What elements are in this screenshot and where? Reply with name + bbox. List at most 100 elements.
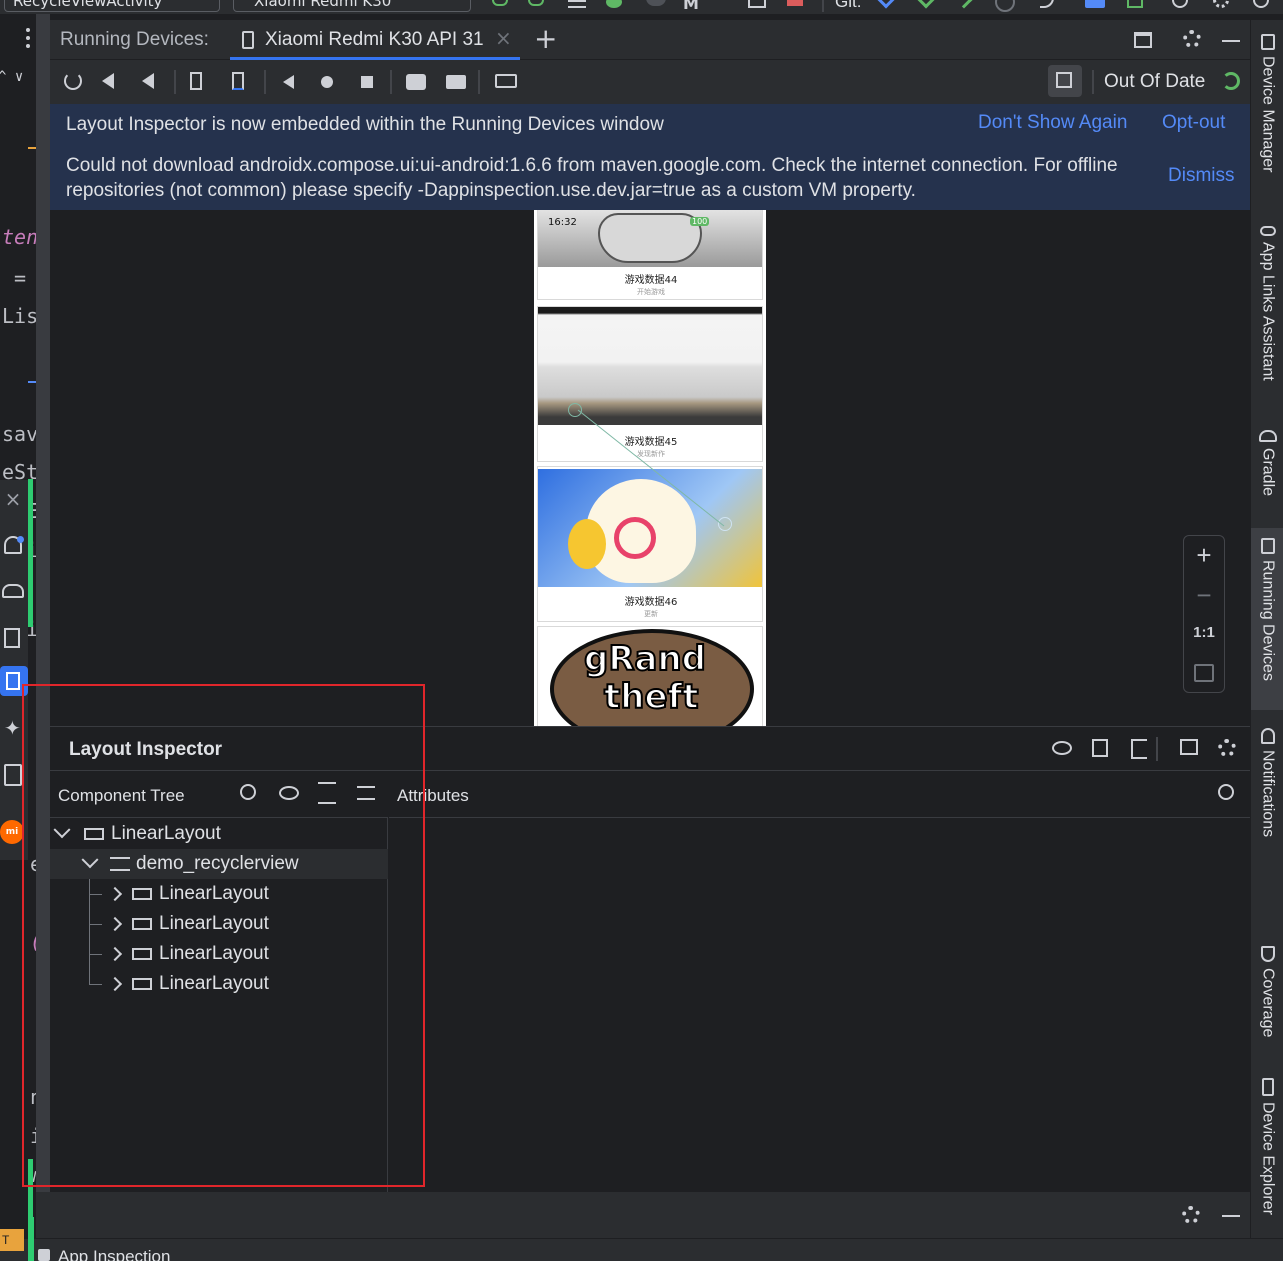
git-commit-icon[interactable] (917, 0, 935, 9)
maximize-icon[interactable] (1134, 32, 1152, 48)
tree-node-linearlayout[interactable]: LinearLayout (50, 939, 388, 969)
screen-record-icon[interactable] (446, 75, 466, 89)
history-icon[interactable] (995, 0, 1015, 12)
attributes-label: Attributes (397, 786, 469, 805)
search-icon[interactable] (240, 784, 256, 800)
settings-icon[interactable] (1218, 739, 1236, 757)
debug-icon[interactable] (606, 0, 622, 8)
app-inspection-tab[interactable]: App Inspection (58, 1247, 170, 1261)
expand-chevron-icon[interactable] (81, 851, 99, 869)
rotate-left-icon[interactable] (190, 72, 202, 90)
collapse-chevron-icon[interactable] (107, 976, 123, 992)
settings-icon[interactable] (1183, 30, 1201, 48)
device-selector[interactable]: Xiaomi Redmi K30 (233, 0, 471, 12)
tab-device-manager[interactable]: Device Manager (1251, 34, 1283, 173)
expand-chevron-icon[interactable] (53, 821, 71, 839)
overview-icon[interactable] (361, 76, 373, 88)
settings-icon[interactable] (1213, 0, 1229, 8)
volume-down-icon[interactable] (142, 73, 154, 89)
running-devices-title: Running Devices: (60, 29, 209, 50)
tree-guide-line (90, 953, 102, 955)
tab-label: Device Manager (1259, 56, 1277, 173)
device-toolbar: Out Of Date (50, 60, 1250, 104)
account-icon[interactable] (1253, 0, 1269, 8)
banner-error-line2: repositories (not common) please specify… (66, 180, 916, 201)
back-icon[interactable] (283, 75, 294, 89)
add-device-icon[interactable]: + (534, 22, 557, 55)
tree-node-linearlayout-root[interactable]: LinearLayout (50, 819, 388, 849)
gradle-icon[interactable] (2, 584, 24, 598)
tree-node-demo-recyclerview[interactable]: demo_recyclerview (50, 849, 388, 879)
tab-label: Device Explorer (1259, 1102, 1277, 1215)
sync-icon[interactable] (568, 0, 586, 8)
rotate-right-icon[interactable] (232, 72, 244, 90)
status-badge[interactable]: T (0, 1229, 24, 1251)
home-icon[interactable] (321, 76, 333, 88)
power-icon[interactable] (64, 72, 82, 90)
rollback-icon[interactable] (1040, 0, 1054, 8)
collapse-all-icon[interactable] (357, 786, 375, 800)
profile-icon[interactable] (646, 0, 666, 6)
close-icon[interactable]: × (2, 488, 24, 510)
search-icon[interactable] (1218, 784, 1234, 800)
collapse-chevron-icon[interactable] (107, 886, 123, 902)
device-explorer-icon[interactable] (4, 764, 22, 786)
run-config-selector[interactable]: RecycleViewActivity (4, 0, 220, 12)
tab-coverage[interactable]: Coverage (1251, 946, 1283, 1037)
eye-icon[interactable] (1052, 741, 1072, 755)
notifications-icon (1260, 728, 1275, 744)
close-tab-icon[interactable]: × (495, 26, 512, 50)
tab-running-devices[interactable]: Running Devices (1251, 528, 1283, 710)
tree-node-label: LinearLayout (159, 883, 269, 904)
tree-options-icon[interactable] (1131, 739, 1147, 759)
fold-chevrons[interactable]: ^ ∨ (0, 69, 23, 85)
tab-label: Coverage (1259, 968, 1277, 1038)
fit-screen-icon[interactable] (1194, 664, 1214, 682)
screenshot-icon[interactable] (406, 74, 426, 90)
zoom-in-button[interactable]: + (1184, 540, 1224, 571)
minimize-icon[interactable] (1222, 40, 1240, 42)
tab-gradle[interactable]: Gradle (1251, 430, 1283, 496)
zoom-out-button[interactable]: − (1184, 580, 1224, 611)
apply-changes-icon[interactable] (492, 0, 508, 6)
attach-debugger-icon[interactable]: M (683, 0, 699, 13)
collapse-chevron-icon[interactable] (107, 916, 123, 932)
device-mirror-icon[interactable] (1085, 0, 1105, 8)
snapshot-icon[interactable] (1092, 739, 1108, 757)
pick-view-icon[interactable] (1180, 739, 1198, 755)
device-screen[interactable]: 16:32 100 游戏数据44 开始游戏 游戏数据45 发现新作 游戏数据46… (534, 210, 766, 726)
apply-code-changes-icon[interactable] (528, 0, 544, 6)
tree-node-linearlayout[interactable]: LinearLayout (50, 879, 388, 909)
git-push-icon[interactable] (955, 0, 973, 9)
settings-icon[interactable] (1182, 1206, 1200, 1224)
git-update-icon[interactable] (877, 0, 895, 9)
gemini-icon[interactable]: ✦ (4, 716, 21, 740)
tree-node-linearlayout[interactable]: LinearLayout (50, 909, 388, 939)
keyboard-icon[interactable] (495, 74, 517, 88)
stop-icon[interactable] (787, 0, 803, 6)
volume-up-icon[interactable] (102, 73, 114, 89)
options-menu-icon[interactable] (26, 28, 30, 48)
editor-scrollbar[interactable] (36, 14, 50, 1194)
tree-node-linearlayout[interactable]: LinearLayout (50, 969, 388, 999)
opt-out-link[interactable]: Opt-out (1162, 112, 1225, 134)
actual-size-button[interactable]: 1:1 (1184, 624, 1224, 641)
dismiss-link[interactable]: Dismiss (1168, 165, 1235, 187)
collapse-chevron-icon[interactable] (107, 946, 123, 962)
search-everywhere-icon[interactable] (1172, 0, 1188, 8)
layout-inspector-icon[interactable] (748, 0, 766, 8)
mi-icon[interactable]: mi (0, 820, 24, 844)
minimize-icon[interactable] (1222, 1215, 1240, 1217)
apply-changes-icon[interactable] (1222, 72, 1240, 90)
bottom-tool-bar (36, 1192, 1250, 1238)
eye-icon[interactable] (279, 786, 299, 800)
expand-all-icon[interactable] (318, 782, 336, 804)
tab-app-links-assistant[interactable]: App Links Assistant (1251, 226, 1283, 381)
sdk-manager-icon[interactable] (1127, 0, 1143, 8)
tab-notifications[interactable]: Notifications (1251, 728, 1283, 837)
dont-show-again-link[interactable]: Don't Show Again (978, 112, 1127, 134)
tree-guide-line (90, 923, 102, 925)
tab-xiaomi-redmi-k30[interactable]: Xiaomi Redmi K30 API 31 × (230, 20, 520, 60)
tab-device-explorer[interactable]: Device Explorer (1251, 1078, 1283, 1215)
device-file-icon[interactable] (4, 628, 20, 648)
